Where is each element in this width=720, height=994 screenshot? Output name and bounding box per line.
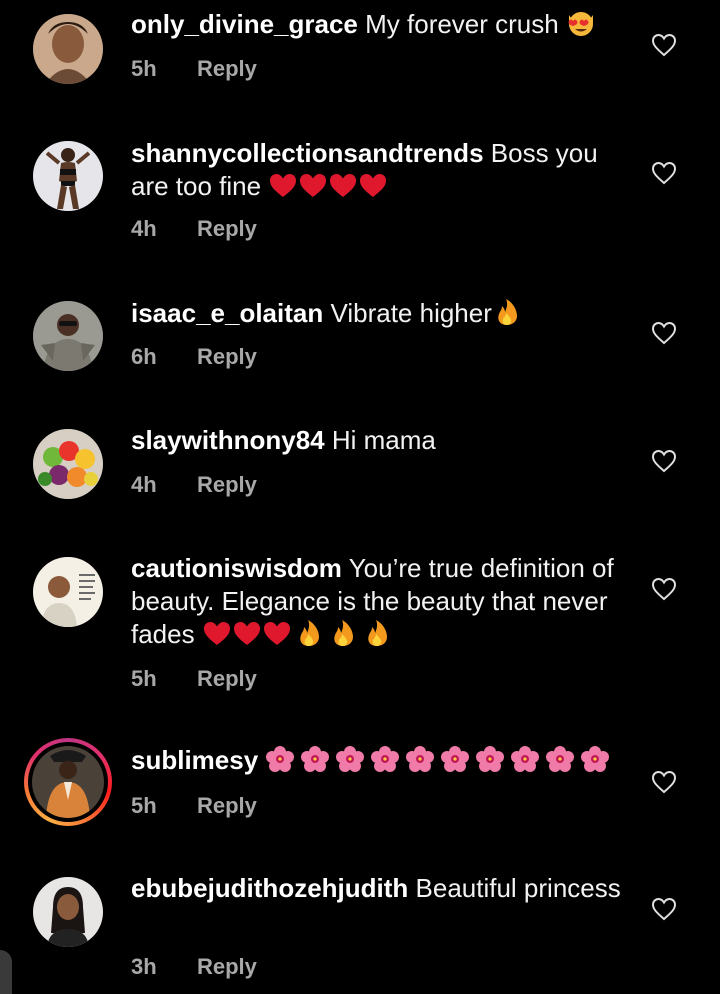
comment-meta: 6h Reply (131, 344, 257, 370)
hibiscus-emoji-icon (440, 745, 475, 773)
hibiscus-emoji-icon (510, 745, 545, 773)
avatar[interactable] (33, 877, 103, 947)
emoji-row (265, 745, 615, 775)
reply-button[interactable]: Reply (197, 472, 257, 497)
comment-username[interactable]: only_divine_grace (131, 9, 358, 39)
comment-text: cautioniswisdom You’re true definition o… (131, 552, 621, 651)
comment-text: isaac_e_olaitan Vibrate higher (131, 297, 621, 330)
heart-eyes-cat-emoji-icon (566, 9, 596, 37)
comment-time: 5h (131, 56, 157, 81)
fire-emoji-icon (326, 619, 360, 647)
avatar[interactable] (33, 14, 103, 84)
avatar[interactable] (33, 429, 103, 499)
comment-text: ebubejudithozehjudith Beautiful princess (131, 872, 621, 905)
reply-button[interactable]: Reply (197, 954, 257, 979)
avatar[interactable] (33, 557, 103, 627)
hibiscus-emoji-icon (580, 745, 615, 773)
comment-time: 4h (131, 472, 157, 497)
comment-meta: 5h Reply (131, 56, 257, 82)
hibiscus-emoji-icon (370, 745, 405, 773)
fire-emoji-icon (492, 298, 522, 326)
fire-emoji-icon (360, 619, 394, 647)
comment-text: sublimesy (131, 744, 621, 777)
red-heart-emoji-icon (262, 619, 292, 647)
reply-button[interactable]: Reply (197, 666, 257, 691)
fire-emoji-icon (292, 619, 326, 647)
comment-text: only_divine_grace My forever crush (131, 8, 621, 41)
scroll-edge-tab[interactable] (0, 950, 12, 994)
like-heart-icon[interactable] (651, 449, 677, 473)
comment-meta: 4h Reply (131, 216, 257, 242)
hibiscus-emoji-icon (545, 745, 580, 773)
comment-time: 5h (131, 793, 157, 818)
hibiscus-emoji-icon (300, 745, 335, 773)
story-ring-avatar[interactable] (24, 738, 112, 826)
comment-body: Beautiful princess (415, 873, 621, 903)
red-heart-emoji-icon (202, 619, 232, 647)
hibiscus-emoji-icon (475, 745, 510, 773)
like-heart-icon[interactable] (651, 161, 677, 185)
comment-meta: 4h Reply (131, 472, 257, 498)
comment-username[interactable]: slaywithnony84 (131, 425, 325, 455)
red-heart-emoji-icon (268, 171, 298, 199)
comment-body: Hi mama (331, 425, 436, 455)
hibiscus-emoji-icon (405, 745, 440, 773)
like-heart-icon[interactable] (651, 770, 677, 794)
comment-body: Vibrate higher (330, 298, 492, 328)
red-heart-emoji-icon (232, 619, 262, 647)
reply-button[interactable]: Reply (197, 216, 257, 241)
comment-username[interactable]: shannycollectionsandtrends (131, 138, 484, 168)
comment-body: My forever crush (365, 9, 559, 39)
hibiscus-emoji-icon (265, 745, 300, 773)
red-heart-emoji-icon (328, 171, 358, 199)
comment-username[interactable]: sublimesy (131, 745, 258, 775)
like-heart-icon[interactable] (651, 321, 677, 345)
comment-text: slaywithnony84 Hi mama (131, 424, 621, 457)
red-heart-emoji-icon (358, 171, 388, 199)
avatar[interactable] (33, 141, 103, 211)
comment-time: 6h (131, 344, 157, 369)
comment-username[interactable]: cautioniswisdom (131, 553, 342, 583)
comment-time: 5h (131, 666, 157, 691)
like-heart-icon[interactable] (651, 33, 677, 57)
comment-time: 4h (131, 216, 157, 241)
comment-username[interactable]: isaac_e_olaitan (131, 298, 323, 328)
reply-button[interactable]: Reply (197, 56, 257, 81)
red-heart-emoji-icon (298, 171, 328, 199)
comment-meta: 3h Reply (131, 954, 257, 980)
comment-meta: 5h Reply (131, 666, 257, 692)
comment-username[interactable]: ebubejudithozehjudith (131, 873, 408, 903)
hibiscus-emoji-icon (335, 745, 370, 773)
avatar[interactable] (33, 301, 103, 371)
comment-meta: 5h Reply (131, 793, 257, 819)
reply-button[interactable]: Reply (197, 344, 257, 369)
avatar (32, 746, 104, 818)
like-heart-icon[interactable] (651, 577, 677, 601)
avatar-ring-gap (28, 742, 108, 822)
comment-text: shannycollectionsandtrends Boss you are … (131, 137, 621, 203)
comment-time: 3h (131, 954, 157, 979)
like-heart-icon[interactable] (651, 897, 677, 921)
reply-button[interactable]: Reply (197, 793, 257, 818)
